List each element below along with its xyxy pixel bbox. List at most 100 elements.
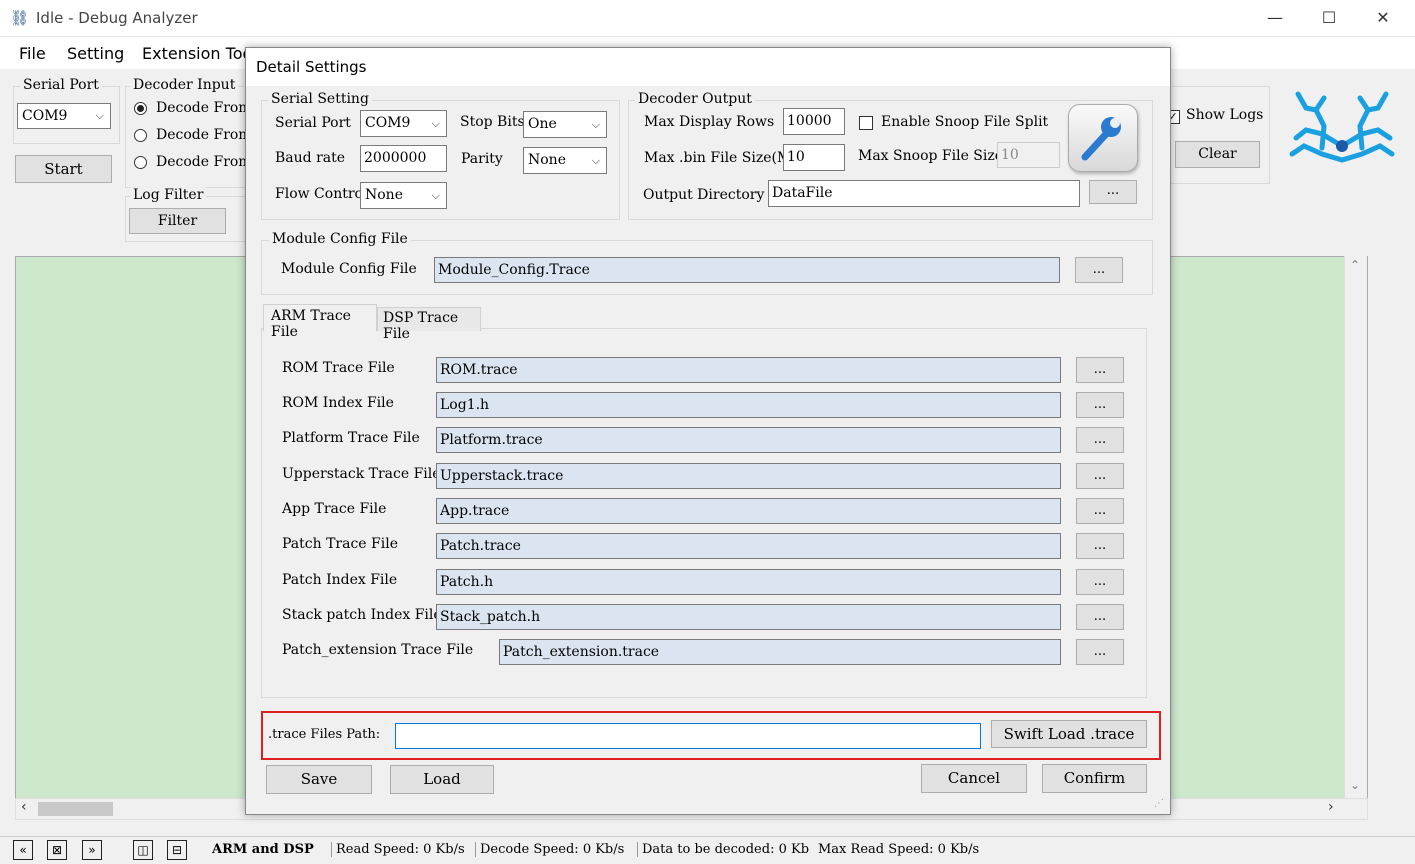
trace-file-label: Stack patch Index File xyxy=(282,607,442,623)
tab-dsp-trace[interactable]: DSP Trace File xyxy=(377,307,481,342)
decode-radio-1[interactable] xyxy=(134,102,147,115)
realtek-logo-icon xyxy=(1289,91,1395,163)
flow-control-label: Flow Control xyxy=(275,186,368,202)
maximize-button[interactable]: ☐ xyxy=(1309,6,1349,30)
chevron-down-icon: ⌵ xyxy=(431,117,440,130)
dialog-title-bar: Detail Settings xyxy=(246,48,1170,86)
start-button[interactable]: Start xyxy=(15,155,112,183)
menu-setting[interactable]: Setting xyxy=(67,44,124,63)
serial-setting-label: Serial Setting xyxy=(268,91,372,107)
trace-file-browse-button[interactable]: ... xyxy=(1076,427,1124,453)
trace-file-input[interactable]: Patch_extension.trace xyxy=(499,639,1061,665)
menu-extension-tools[interactable]: Extension Too xyxy=(142,44,252,63)
max-display-rows-input[interactable]: 10000 xyxy=(783,108,845,135)
chevron-down-icon: ⌵ xyxy=(431,189,440,202)
vertical-scrollbar[interactable]: ⌃ ⌄ xyxy=(1344,256,1367,800)
parity-select[interactable]: None ⌵ xyxy=(523,147,607,174)
max-read-speed: Max Read Speed: 0 Kb/s xyxy=(818,842,980,857)
module-config-browse-button[interactable]: ... xyxy=(1075,257,1123,283)
trace-file-label: App Trace File xyxy=(282,501,387,517)
split-horizontal-icon[interactable]: ⊟ xyxy=(167,840,187,860)
status-bar: « ⊠ » ◫ ⊟ ARM and DSP Read Speed: 0 Kb/s… xyxy=(0,836,1415,864)
swift-load-trace-button[interactable]: Swift Load .trace xyxy=(991,720,1147,748)
scroll-up-icon[interactable]: ⌃ xyxy=(1350,258,1360,272)
stop-icon[interactable]: ⊠ xyxy=(47,840,67,860)
trace-file-input[interactable]: App.trace xyxy=(436,498,1061,524)
scroll-left-icon[interactable]: ‹ xyxy=(21,799,27,815)
trace-file-label: Patch Index File xyxy=(282,572,398,588)
first-page-icon[interactable]: « xyxy=(13,840,33,860)
detail-settings-dialog: Detail Settings Serial Setting Serial Po… xyxy=(245,47,1171,815)
settings-wrench-button[interactable] xyxy=(1068,104,1138,172)
decode-radio-3[interactable] xyxy=(134,156,147,169)
log-filter-label: Log Filter xyxy=(130,187,207,203)
trace-file-input[interactable]: Upperstack.trace xyxy=(436,463,1061,489)
decode-speed: Decode Speed: 0 Kb/s xyxy=(475,842,624,857)
save-button[interactable]: Save xyxy=(266,765,372,794)
max-bin-size-label: Max .bin File Size(M) xyxy=(644,150,797,166)
dialog-title: Detail Settings xyxy=(256,58,367,76)
tab-arm-trace-label: ARM Trace File xyxy=(271,308,351,340)
tab-arm-trace[interactable]: ARM Trace File xyxy=(263,304,377,340)
cancel-button[interactable]: Cancel xyxy=(921,764,1027,793)
output-directory-input[interactable]: DataFile xyxy=(768,180,1080,207)
show-logs-label: Show Logs xyxy=(1186,107,1264,123)
mode-label: ARM and DSP xyxy=(212,842,314,857)
max-snoop-size-input[interactable]: 10 xyxy=(997,142,1060,168)
trace-file-browse-button[interactable]: ... xyxy=(1076,357,1124,383)
trace-path-input[interactable] xyxy=(395,723,981,749)
close-button[interactable]: ✕ xyxy=(1363,6,1403,30)
load-button[interactable]: Load xyxy=(390,765,494,794)
serial-port-group-label: Serial Port xyxy=(20,77,102,93)
trace-file-label: ROM Index File xyxy=(282,395,394,411)
trace-file-browse-button[interactable]: ... xyxy=(1076,533,1124,559)
baud-rate-input[interactable]: 2000000 xyxy=(360,145,447,172)
trace-file-input[interactable]: Patch.h xyxy=(436,569,1061,595)
trace-file-browse-button[interactable]: ... xyxy=(1076,604,1124,630)
baud-rate-label: Baud rate xyxy=(275,150,346,166)
decode-option-2: Decode From xyxy=(156,127,252,143)
minimize-button[interactable]: — xyxy=(1255,6,1295,30)
confirm-button[interactable]: Confirm xyxy=(1042,764,1147,793)
trace-file-input[interactable]: ROM.trace xyxy=(436,357,1061,383)
module-config-input[interactable]: Module_Config.Trace xyxy=(434,257,1060,283)
scroll-down-icon[interactable]: ⌄ xyxy=(1350,778,1360,792)
last-page-icon[interactable]: » xyxy=(82,840,102,860)
enable-snoop-checkbox[interactable] xyxy=(859,116,873,130)
trace-file-label: ROM Trace File xyxy=(282,360,395,376)
title-bar: ⛓ Idle - Debug Analyzer — ☐ ✕ xyxy=(0,0,1415,37)
max-bin-size-input[interactable]: 10 xyxy=(783,144,845,171)
read-speed: Read Speed: 0 Kb/s xyxy=(331,842,465,857)
trace-file-browse-button[interactable]: ... xyxy=(1076,569,1124,595)
output-directory-browse-button[interactable]: ... xyxy=(1089,180,1137,204)
trace-path-label: .trace Files Path: xyxy=(268,727,381,742)
enable-snoop-label: Enable Snoop File Split xyxy=(881,114,1049,130)
parity-label: Parity xyxy=(461,151,503,167)
trace-file-label: Patch_extension Trace File xyxy=(282,642,474,658)
chevron-down-icon: ⌵ xyxy=(591,154,600,167)
trace-file-input[interactable]: Stack_patch.h xyxy=(436,604,1061,630)
module-config-label: Module Config File xyxy=(281,261,417,277)
trace-file-input[interactable]: Platform.trace xyxy=(436,427,1061,453)
resize-grip-icon[interactable]: ⋰ xyxy=(1154,798,1164,809)
scroll-thumb[interactable] xyxy=(38,802,113,816)
trace-file-browse-button[interactable]: ... xyxy=(1076,498,1124,524)
tab-dsp-trace-label: DSP Trace File xyxy=(383,310,459,342)
max-snoop-size-label: Max Snoop File Size xyxy=(858,148,1004,164)
dialog-serial-port-select[interactable]: COM9 ⌵ xyxy=(360,110,447,137)
trace-file-browse-button[interactable]: ... xyxy=(1076,463,1124,489)
serial-port-select[interactable]: COM9 ⌵ xyxy=(17,103,111,129)
filter-button[interactable]: Filter xyxy=(129,208,226,234)
scroll-right-icon[interactable]: › xyxy=(1328,799,1334,815)
decode-radio-2[interactable] xyxy=(134,129,147,142)
flow-control-select[interactable]: None ⌵ xyxy=(360,182,447,209)
clear-button[interactable]: Clear xyxy=(1175,141,1260,168)
trace-file-browse-button[interactable]: ... xyxy=(1076,392,1124,418)
split-vertical-icon[interactable]: ◫ xyxy=(133,840,153,860)
trace-file-browse-button[interactable]: ... xyxy=(1076,639,1124,665)
stop-bits-select[interactable]: One ⌵ xyxy=(523,111,607,138)
trace-file-input[interactable]: Log1.h xyxy=(436,392,1061,418)
trace-file-input[interactable]: Patch.trace xyxy=(436,533,1061,559)
decode-option-1: Decode From xyxy=(156,100,252,116)
menu-file[interactable]: File xyxy=(19,44,46,63)
